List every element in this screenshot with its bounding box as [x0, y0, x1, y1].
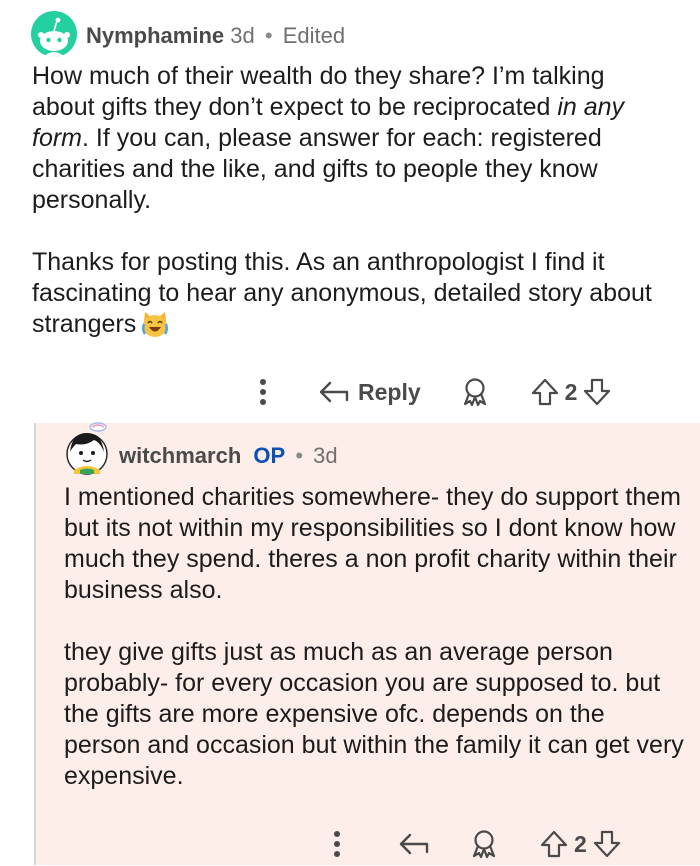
user-avatar-icon: [66, 422, 108, 475]
upvote-icon[interactable]: [540, 830, 568, 858]
vote-control: 2: [531, 378, 612, 406]
comment-paragraph: I mentioned charities somewhere- they do…: [64, 483, 681, 604]
vote-control: 2: [540, 830, 621, 858]
comment-paragraph: How much of their wealth do they share? …: [32, 61, 672, 216]
cat-joy-emoji-icon: [140, 310, 170, 338]
avatar[interactable]: [31, 11, 77, 57]
username[interactable]: witchmarch: [119, 443, 241, 468]
edited-label: Edited: [282, 23, 346, 48]
more-options-button[interactable]: [322, 822, 352, 866]
vote-count: 2: [574, 830, 587, 857]
comment-header: Nymphamine 3d • Edited: [86, 22, 345, 50]
reply-label: Reply: [358, 378, 421, 405]
reply-actions: 2: [322, 822, 621, 866]
username[interactable]: Nymphamine: [86, 23, 224, 48]
reply-arrow-icon: [319, 381, 349, 403]
more-vertical-icon: [334, 831, 340, 857]
more-vertical-icon: [260, 379, 266, 405]
comment-text: How much of their wealth do they share? …: [32, 62, 605, 121]
comment-paragraph: they give gifts just as much as an avera…: [64, 638, 684, 790]
separator-dot: •: [264, 23, 273, 48]
award-icon: [472, 830, 496, 859]
comment-text: . If you can, please answer for each: re…: [32, 124, 602, 214]
downvote-icon[interactable]: [593, 830, 621, 858]
comment-body: How much of their wealth do they share? …: [32, 61, 672, 340]
snoo-avatar-icon: [38, 17, 70, 57]
reply-button[interactable]: Reply: [318, 379, 421, 406]
avatar[interactable]: [64, 418, 114, 478]
downvote-icon[interactable]: [583, 378, 611, 406]
comment-age: 3d: [230, 23, 255, 48]
award-button[interactable]: [461, 377, 489, 407]
reply-button[interactable]: [398, 832, 430, 856]
op-badge: OP: [253, 443, 286, 468]
reply-header: witchmarch OP • 3d: [119, 442, 338, 470]
comment-actions: Reply 2: [248, 370, 611, 414]
reply-arrow-icon: [399, 833, 429, 855]
comment-top: Nymphamine 3d • Edited How much of their…: [0, 0, 700, 420]
comment-text: Thanks for posting this. As an anthropol…: [32, 248, 652, 338]
comment-paragraph: Thanks for posting this. As an anthropol…: [32, 247, 672, 340]
reply-body: I mentioned charities somewhere- they do…: [64, 482, 684, 792]
award-icon: [463, 378, 486, 407]
award-button[interactable]: [470, 829, 498, 859]
more-options-button[interactable]: [248, 370, 278, 414]
separator-dot: •: [295, 443, 304, 468]
vote-count: 2: [564, 378, 578, 405]
upvote-icon[interactable]: [531, 378, 559, 406]
comment-age: 3d: [313, 443, 338, 468]
